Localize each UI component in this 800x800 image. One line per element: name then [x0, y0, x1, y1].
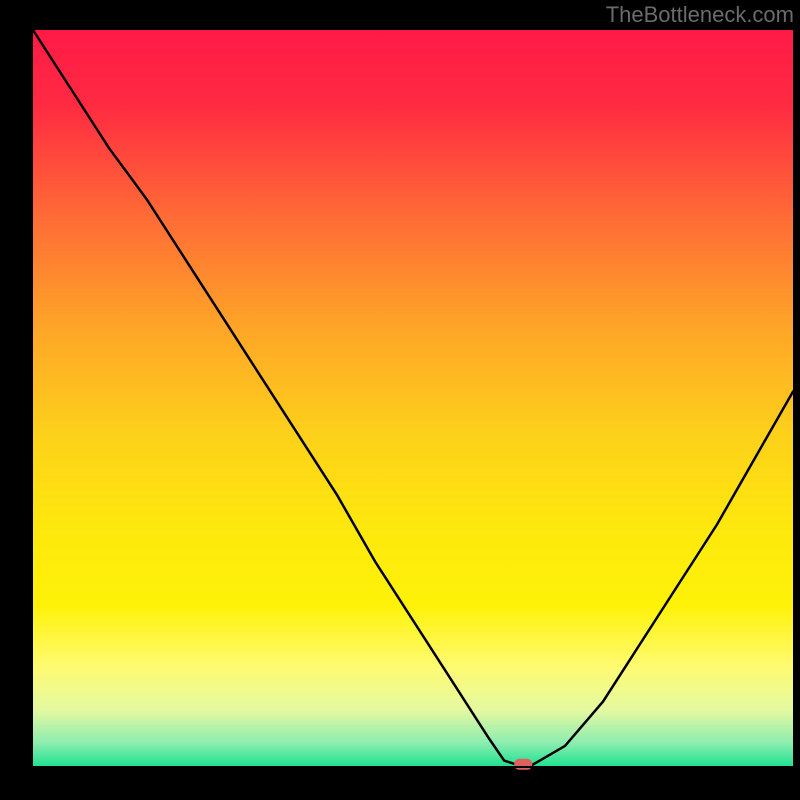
watermark-text: TheBottleneck.com: [606, 2, 794, 28]
bottleneck-chart: [0, 0, 800, 800]
optimal-marker: [514, 759, 532, 770]
plot-background: [33, 30, 793, 768]
chart-container: TheBottleneck.com: [0, 0, 800, 800]
baseline: [33, 766, 793, 768]
